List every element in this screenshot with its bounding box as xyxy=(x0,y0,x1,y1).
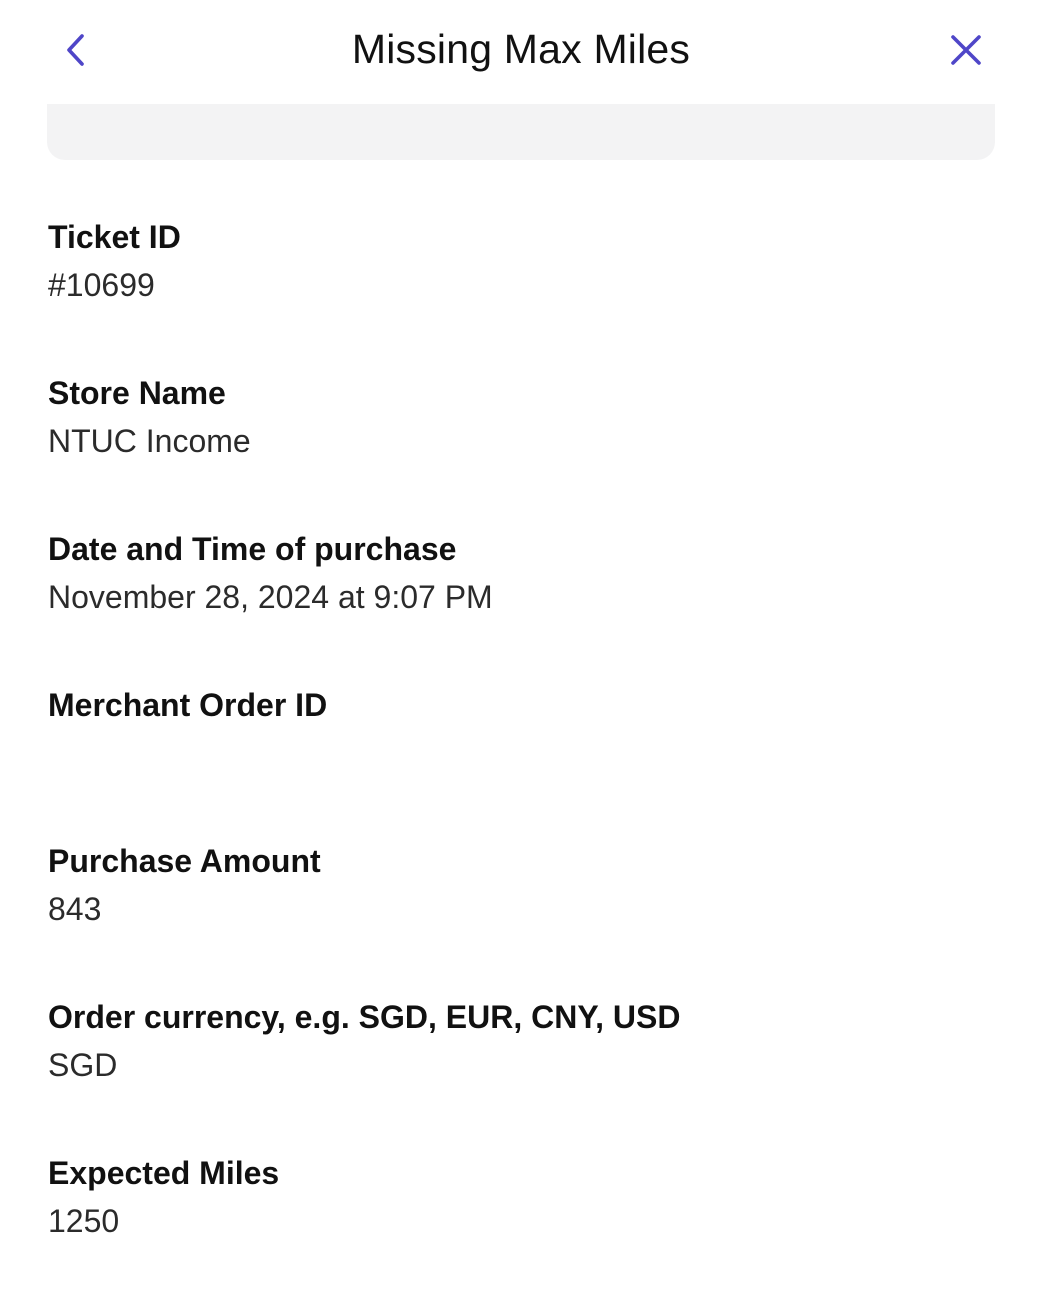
summary-card xyxy=(47,104,995,160)
field-store-name: Store Name NTUC Income xyxy=(48,370,998,526)
page-title: Missing Max Miles xyxy=(351,26,691,72)
field-purchase-datetime: Date and Time of purchase November 28, 2… xyxy=(48,526,998,682)
field-label: Date and Time of purchase xyxy=(48,531,457,567)
field-label: Purchase Amount xyxy=(48,843,321,879)
field-value: NTUC Income xyxy=(48,423,251,459)
field-ticket-id: Ticket ID #10699 xyxy=(48,214,998,370)
field-label: Expected Miles xyxy=(48,1155,280,1191)
field-value: SGD xyxy=(48,1047,118,1083)
top-nav-bar: Missing Max Miles xyxy=(0,0,1042,100)
field-merchant-order-id: Merchant Order ID xyxy=(48,682,998,838)
ticket-details: Ticket ID #10699 Store Name NTUC Income … xyxy=(48,214,998,1306)
field-value: 1250 xyxy=(48,1203,120,1239)
field-label: Order currency, e.g. SGD, EUR, CNY, USD xyxy=(48,999,681,1035)
field-label: Store Name xyxy=(48,375,226,411)
field-label: Ticket ID xyxy=(48,219,181,255)
field-value: November 28, 2024 at 9:07 PM xyxy=(48,579,493,615)
field-value: 843 xyxy=(48,891,102,927)
close-icon xyxy=(951,35,981,65)
field-label: Merchant Order ID xyxy=(48,687,328,723)
field-value xyxy=(48,728,998,778)
field-expected-miles: Expected Miles 1250 xyxy=(48,1150,998,1306)
field-value: #10699 xyxy=(48,267,155,303)
field-purchase-amount: Purchase Amount 843 xyxy=(48,838,998,994)
close-button[interactable] xyxy=(940,24,992,76)
field-order-currency: Order currency, e.g. SGD, EUR, CNY, USD … xyxy=(48,994,998,1150)
